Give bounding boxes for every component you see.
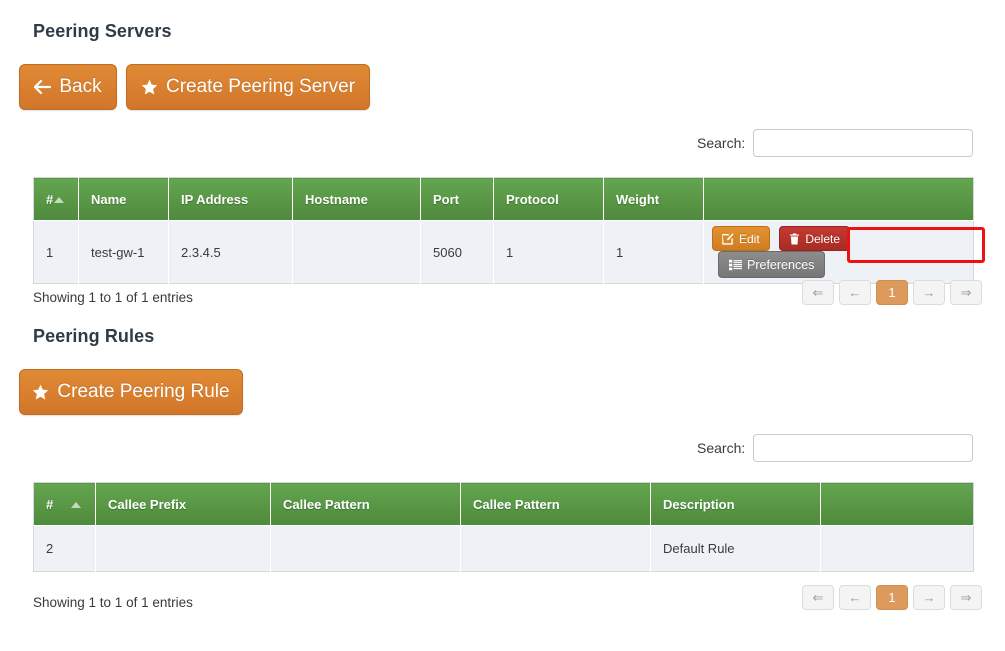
back-button[interactable]: Back [19,64,117,110]
delete-button-label: Delete [805,232,840,246]
cell-number: 1 [34,221,79,284]
pagination-last-button[interactable]: ⇒ [950,280,982,305]
create-peering-rule-label: Create Peering Rule [57,381,229,403]
table-row: 2 Default Rule [34,526,974,572]
column-header-callee-pattern-2[interactable]: Callee Pattern [461,483,651,526]
column-header-actions [704,178,974,221]
star-icon [32,384,49,401]
column-header-port[interactable]: Port [421,178,494,221]
column-header-weight[interactable]: Weight [604,178,704,221]
cell-callee-prefix [96,526,271,572]
peering-rules-table: # Callee Prefix Callee Pattern Callee Pa… [33,482,974,572]
cell-callee-pattern-1 [271,526,461,572]
cell-number: 2 [34,526,96,572]
rules-search-label: Search: [697,440,745,456]
column-header-actions [821,483,974,526]
column-header-number[interactable]: # [34,178,79,221]
cell-actions: Edit Delete [704,221,974,284]
pagination-previous-button[interactable]: ← [839,585,871,610]
servers-table-header-row: # Name IP Address Hostname Port Protocol… [34,178,974,221]
pagination-page-1-button[interactable]: 1 [876,280,908,305]
star-icon [141,79,158,96]
cell-description: Default Rule [651,526,821,572]
peering-servers-table: # Name IP Address Hostname Port Protocol… [33,177,974,284]
cell-protocol: 1 [494,221,604,284]
rules-search: Search: [697,434,973,462]
back-button-label: Back [59,76,101,98]
column-header-name[interactable]: Name [79,178,169,221]
column-header-number[interactable]: # [34,483,96,526]
preferences-button-label: Preferences [747,258,814,272]
table-row: 1 test-gw-1 2.3.4.5 5060 1 1 [34,221,974,284]
cell-port: 5060 [421,221,494,284]
cell-ip-address: 2.3.4.5 [169,221,293,284]
pagination-previous-button[interactable]: ← [839,280,871,305]
delete-button[interactable]: Delete [779,226,850,251]
pagination-last-button[interactable]: ⇒ [950,585,982,610]
servers-search: Search: [697,129,973,157]
column-header-ip-address[interactable]: IP Address [169,178,293,221]
arrow-left-icon [34,80,51,94]
create-peering-rule-button[interactable]: Create Peering Rule [19,369,243,415]
pencil-square-icon [722,233,734,245]
column-header-protocol[interactable]: Protocol [494,178,604,221]
list-icon [729,259,742,271]
pagination-first-button[interactable]: ⇐ [802,585,834,610]
cell-actions [821,526,974,572]
rules-entries-info: Showing 1 to 1 of 1 entries [33,595,193,610]
rules-pagination: ⇐ ← 1 → ⇒ [802,585,982,610]
cell-name: test-gw-1 [79,221,169,284]
cell-hostname [293,221,421,284]
peering-page: Peering Servers Back Create Peering Serv… [0,0,1005,651]
servers-search-label: Search: [697,135,745,151]
peering-servers-title: Peering Servers [33,21,172,42]
create-peering-server-label: Create Peering Server [166,76,355,98]
trash-icon [789,233,800,245]
pagination-next-button[interactable]: → [913,585,945,610]
preferences-button[interactable]: Preferences [718,251,825,278]
rules-search-input[interactable] [753,434,973,462]
column-header-callee-pattern-1[interactable]: Callee Pattern [271,483,461,526]
servers-search-input[interactable] [753,129,973,157]
edit-button-label: Edit [739,232,760,246]
create-peering-server-button[interactable]: Create Peering Server [126,64,370,110]
cell-callee-pattern-2 [461,526,651,572]
edit-button[interactable]: Edit [712,226,770,251]
column-header-hostname[interactable]: Hostname [293,178,421,221]
column-header-description[interactable]: Description [651,483,821,526]
servers-pagination: ⇐ ← 1 → ⇒ [802,280,982,305]
cell-weight: 1 [604,221,704,284]
pagination-page-1-button[interactable]: 1 [876,585,908,610]
peering-rules-title: Peering Rules [33,326,154,347]
pagination-next-button[interactable]: → [913,280,945,305]
servers-entries-info: Showing 1 to 1 of 1 entries [33,290,193,305]
rules-table-header-row: # Callee Prefix Callee Pattern Callee Pa… [34,483,974,526]
column-header-callee-prefix[interactable]: Callee Prefix [96,483,271,526]
pagination-first-button[interactable]: ⇐ [802,280,834,305]
